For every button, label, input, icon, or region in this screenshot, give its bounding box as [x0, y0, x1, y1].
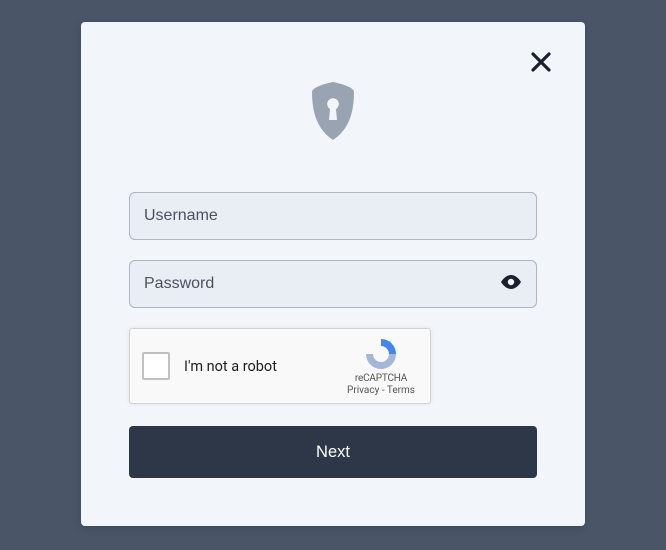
recaptcha-separator: - [379, 385, 387, 396]
recaptcha-checkbox[interactable] [142, 352, 170, 380]
username-field-wrap [129, 192, 537, 240]
eye-icon [499, 270, 523, 298]
recaptcha-privacy-link[interactable]: Privacy [347, 385, 379, 396]
recaptcha-branding: reCAPTCHA Privacy - Terms [344, 337, 418, 396]
toggle-password-visibility-button[interactable] [499, 270, 523, 298]
password-input[interactable] [129, 260, 537, 308]
close-icon [531, 52, 551, 76]
recaptcha-logo-icon [364, 337, 398, 371]
recaptcha-widget: I'm not a robot reCAPTCHA Privacy - Term… [129, 328, 431, 404]
username-input[interactable] [129, 192, 537, 240]
close-button[interactable] [527, 50, 555, 78]
shield-lock-icon [306, 80, 360, 146]
recaptcha-terms-link[interactable]: Terms [387, 385, 415, 396]
next-button[interactable]: Next [129, 426, 537, 478]
password-field-wrap [129, 260, 537, 308]
login-modal: I'm not a robot reCAPTCHA Privacy - Term… [81, 22, 585, 526]
recaptcha-label: I'm not a robot [184, 358, 344, 375]
recaptcha-links: Privacy - Terms [347, 385, 415, 396]
recaptcha-brand-text: reCAPTCHA [355, 373, 407, 384]
logo-container [129, 22, 537, 192]
